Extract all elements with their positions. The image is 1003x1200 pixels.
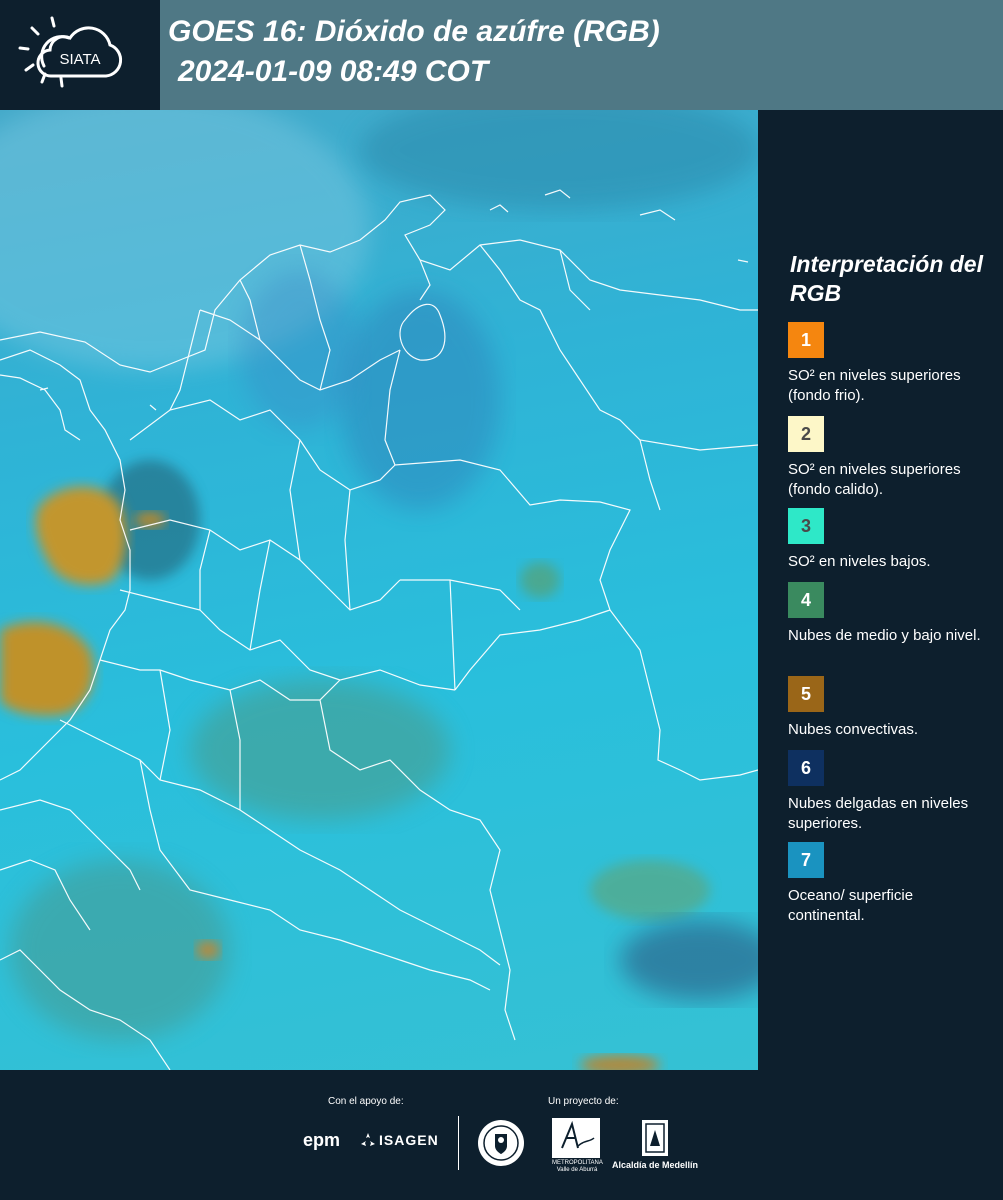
legend-swatch-3: 3	[788, 508, 824, 544]
footer: Con el apoyo de: Un proyecto de: epm ISA…	[0, 1070, 1003, 1200]
legend-label-5: Nubes convectivas.	[788, 721, 919, 738]
legend-item-5: 5 Nubes convectivas.	[788, 676, 993, 740]
legend-item-3: 3 SO² en niveles bajos.	[788, 508, 993, 572]
project-label: Un proyecto de:	[548, 1096, 619, 1107]
legend-item-6: 6 Nubes delgadas en niveles superiores.	[788, 750, 993, 834]
alcaldia-name: Alcaldía de Medellín	[612, 1160, 699, 1170]
legend-label-3: SO² en niveles bajos.	[788, 553, 931, 570]
low-cloud-green-4	[520, 562, 560, 598]
area-metropolitana-name: METROPOLITANA Valle de Aburrá	[552, 1160, 603, 1173]
image-datetime: 2024-01-09 08:49 COT	[178, 55, 489, 88]
university-seal-icon[interactable]	[476, 1118, 526, 1168]
thin-cloud-andes	[240, 270, 360, 430]
legend-label-2: SO² en niveles superiores (fondo calido)…	[788, 461, 961, 498]
legend-item-2: 2 SO² en niveles superiores (fondo calid…	[788, 416, 993, 500]
legend-panel: Interpretación del RGB 1 SO² en niveles …	[760, 110, 1003, 1070]
footer-divider	[458, 1116, 459, 1170]
logo-container: SIATA	[0, 0, 160, 110]
legend-item-4: 4 Nubes de medio y bajo nivel.	[788, 582, 993, 646]
legend-swatch-2: 2	[788, 416, 824, 452]
convective-cloud-1	[35, 486, 127, 585]
legend-swatch-5: 5	[788, 676, 824, 712]
legend-swatch-6: 6	[788, 750, 824, 786]
low-cloud-green-3	[590, 860, 710, 920]
isagen-mark-icon	[361, 1133, 375, 1146]
siata-logo-icon: SIATA	[18, 16, 123, 88]
legend-item-7: 7 Oceano/ superficie continental.	[788, 842, 993, 926]
legend-label-4: Nubes de medio y bajo nivel.	[788, 627, 981, 644]
convective-cloud-4	[196, 941, 220, 959]
legend-swatch-4: 4	[788, 582, 824, 618]
satellite-map[interactable]	[0, 110, 758, 1070]
legend-label-7: Oceano/ superficie continental.	[788, 887, 914, 924]
thin-cloud-band	[340, 290, 500, 510]
thin-cloud-southeast	[620, 920, 758, 1000]
legend-label-6: Nubes delgadas en niveles superiores.	[788, 795, 969, 832]
isagen-name: ISAGEN	[379, 1132, 439, 1148]
convective-cloud-5	[580, 1055, 660, 1070]
support-label: Con el apoyo de:	[328, 1096, 404, 1107]
svg-text:SIATA: SIATA	[59, 51, 100, 68]
thin-cloud-north	[360, 110, 758, 210]
legend-title: Interpretación del RGB	[790, 251, 983, 306]
page-title: GOES 16: Dióxido de azúfre (RGB)	[168, 15, 660, 48]
map-graphic	[0, 110, 758, 1070]
isagen-logo[interactable]: ISAGEN	[360, 1132, 439, 1148]
alcaldia-seal-icon[interactable]	[640, 1118, 670, 1158]
epm-logo[interactable]: epm	[303, 1130, 340, 1151]
legend-swatch-1: 1	[788, 322, 824, 358]
convective-cloud-2	[0, 621, 94, 716]
area-metropolitana-logo-icon[interactable]	[552, 1118, 600, 1158]
legend-item-1: 1 SO² en niveles superiores (fondo frio)…	[788, 322, 993, 406]
legend-label-1: SO² en niveles superiores (fondo frio).	[788, 367, 961, 404]
legend-swatch-7: 7	[788, 842, 824, 878]
